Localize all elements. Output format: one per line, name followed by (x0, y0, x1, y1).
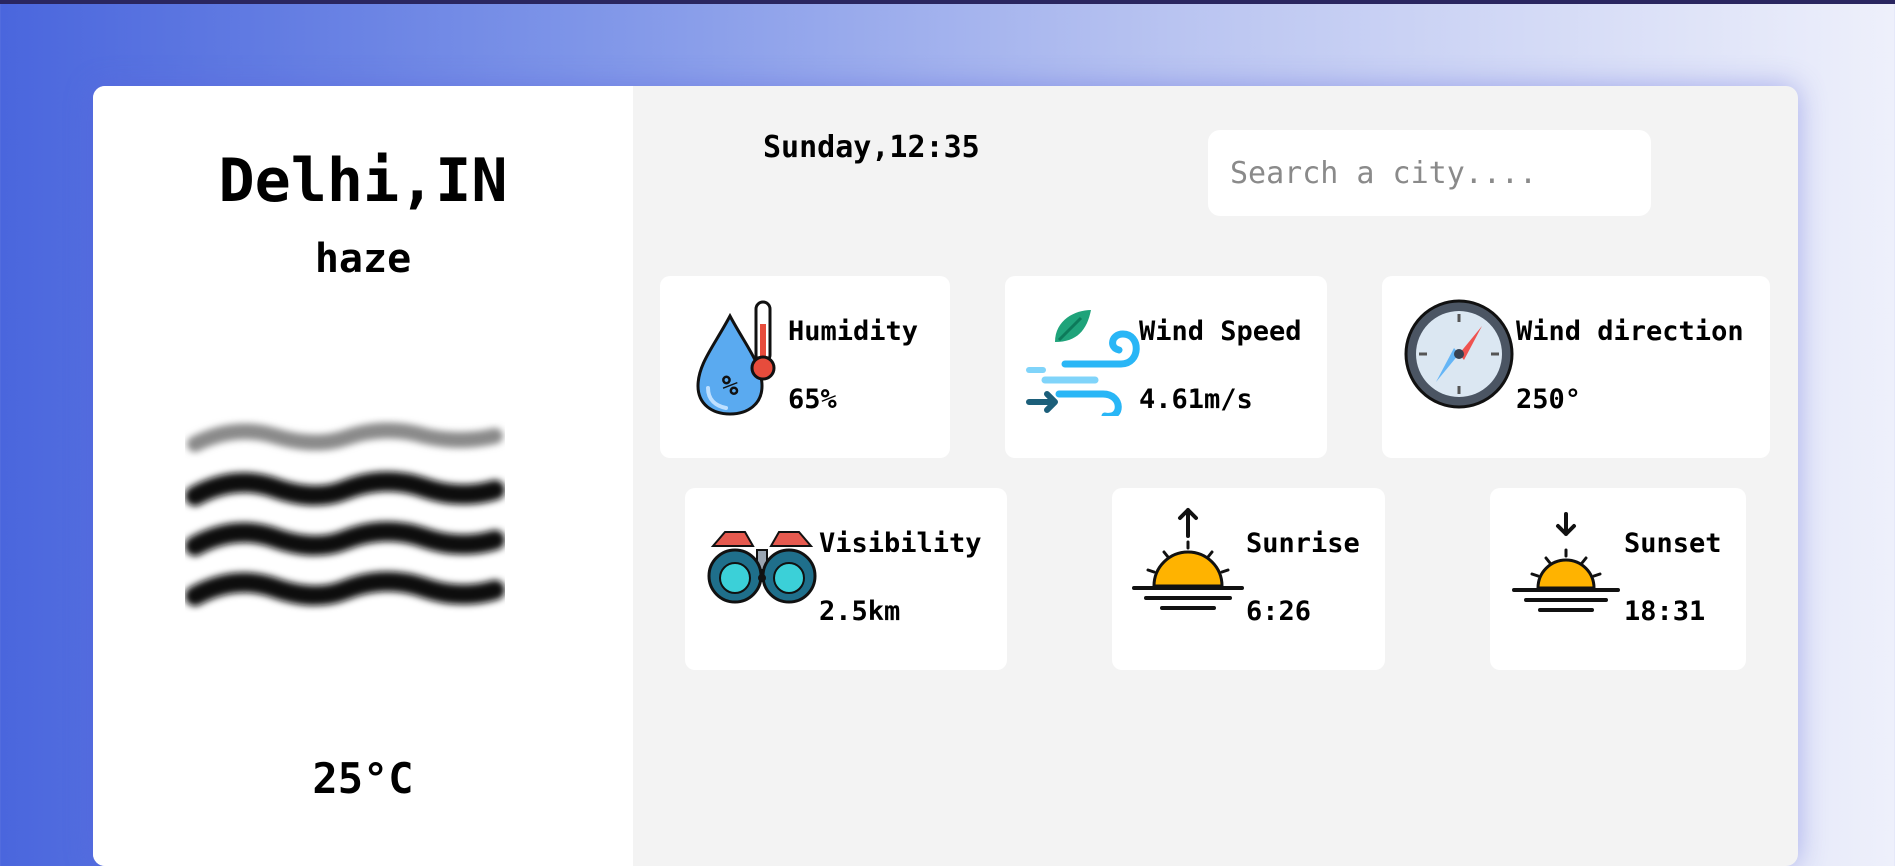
sunset-label: Sunset (1624, 528, 1722, 559)
sunrise-label: Sunrise (1246, 528, 1360, 559)
visibility-label: Visibility (819, 528, 982, 559)
sunset-icon (1512, 512, 1620, 612)
current-weather-panel: Delhi,IN haze 25°C (93, 86, 633, 866)
search-input[interactable] (1208, 130, 1651, 216)
wind-direction-value: 250° (1516, 384, 1582, 415)
date-time: Sunday,12:35 (763, 130, 980, 165)
wind-icon (1026, 310, 1140, 416)
compass-icon (1404, 299, 1514, 409)
wind-speed-tile: Wind Speed 4.61m/s (1005, 276, 1327, 458)
sunrise-value: 6:26 (1246, 596, 1312, 627)
humidity-tile: % Humidity 65% (660, 276, 950, 458)
wind-speed-label: Wind Speed (1139, 316, 1302, 347)
visibility-value: 2.5km (819, 596, 901, 627)
sunset-value: 18:31 (1624, 596, 1706, 627)
visibility-tile: Visibility 2.5km (685, 488, 1007, 670)
temperature: 25°C (312, 754, 414, 803)
svg-text:%: % (722, 369, 739, 402)
humidity-icon: % (696, 300, 776, 416)
window-top-edge (0, 0, 1895, 4)
city-name: Delhi,IN (218, 146, 508, 216)
wind-speed-value: 4.61m/s (1139, 384, 1253, 415)
wind-direction-label: Wind direction (1516, 316, 1744, 347)
weather-card: Delhi,IN haze 25°C Sunday,12:35 % Humidi… (93, 86, 1798, 866)
humidity-value: 65% (788, 384, 837, 415)
sunset-tile: Sunset 18:31 (1490, 488, 1746, 670)
sunrise-icon (1132, 508, 1244, 610)
humidity-label: Humidity (788, 316, 919, 347)
wind-direction-tile: Wind direction 250° (1382, 276, 1770, 458)
haze-icon (185, 422, 505, 606)
binoculars-icon (707, 531, 817, 604)
sunrise-tile: Sunrise 6:26 (1112, 488, 1385, 670)
weather-condition: haze (314, 236, 412, 282)
